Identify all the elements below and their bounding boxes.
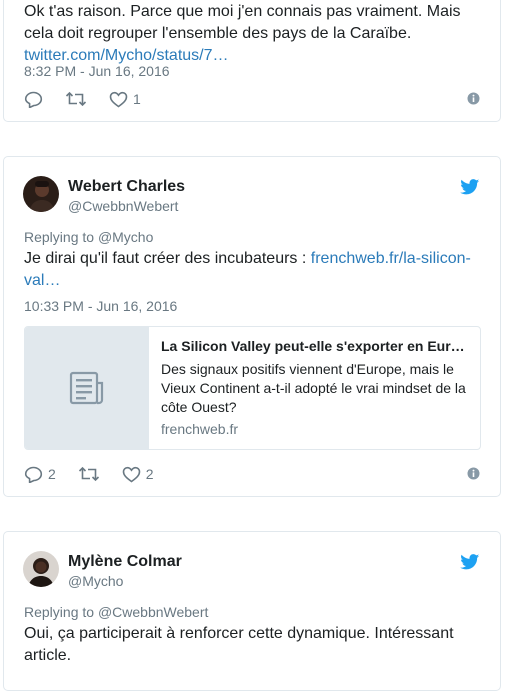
author-name[interactable]: Mylène Colmar (68, 553, 182, 571)
twitter-bird-icon[interactable] (460, 554, 480, 570)
replying-to-link[interactable]: @Mycho (98, 229, 153, 245)
author-name[interactable]: Webert Charles (68, 178, 185, 196)
link-preview-description: Des signaux positifs viennent d'Europe, … (161, 361, 466, 415)
tweet-actions: 1 (24, 89, 163, 109)
tweet-link[interactable]: frenchweb.fr/la-silicon- (311, 250, 471, 267)
tweet-text-body: Je dirai qu'il faut créer des incubateur… (24, 250, 311, 267)
replying-to-link[interactable]: @CwebbnWebert (98, 604, 208, 620)
tweet-card: Mylène Colmar @Mycho Replying to @Cwebbn… (3, 531, 501, 691)
info-icon[interactable] (467, 467, 480, 480)
replying-prefix: Replying to (24, 604, 98, 620)
link-preview-title: La Silicon Valley peut-elle s'exporter e… (161, 338, 465, 354)
article-icon (69, 371, 104, 405)
like-button[interactable]: 2 (122, 466, 154, 483)
reply-icon (24, 91, 43, 108)
reply-icon (24, 466, 43, 483)
author-handle[interactable]: @Mycho (68, 573, 123, 589)
tweet-timestamp[interactable]: 8:32 PM - Jun 16, 2016 (24, 63, 170, 79)
tweet-actions: 2 2 (24, 464, 176, 484)
retweet-icon (78, 466, 99, 482)
tweet-link[interactable]: twitter.com/Mycho/status/7… (24, 47, 229, 64)
link-preview-card[interactable]: La Silicon Valley peut-elle s'exporter e… (24, 326, 481, 450)
retweet-icon (65, 91, 87, 107)
tweet-text-line: article. (24, 647, 72, 664)
tweet-link-cont[interactable]: val… (24, 272, 60, 289)
replying-to: Replying to @Mycho (24, 229, 153, 245)
heart-icon (122, 466, 141, 482)
reply-button[interactable]: 2 (24, 466, 56, 483)
retweet-button[interactable] (65, 91, 87, 107)
tweet-text-line: Ok t'as raison. Parce que moi j'en conna… (24, 3, 461, 20)
avatar[interactable] (23, 551, 59, 587)
tweet-card: Webert Charles @CwebbnWebert Replying to… (3, 156, 501, 497)
avatar[interactable] (23, 176, 59, 212)
replying-to: Replying to @CwebbnWebert (24, 604, 208, 620)
twitter-bird-icon[interactable] (460, 179, 480, 195)
tweet-text-line: Oui, ça participerait à renforcer cette … (24, 625, 454, 642)
tweet-text-line: cela doit regrouper l'ensemble des pays … (24, 25, 412, 42)
like-count: 2 (145, 466, 154, 482)
like-button[interactable]: 1 (109, 91, 141, 108)
reply-count: 2 (48, 466, 56, 482)
like-count: 1 (133, 91, 141, 107)
tweet-text: Ok t'as raison. Parce que moi j'en conna… (24, 1, 480, 67)
tweet-timestamp[interactable]: 10:33 PM - Jun 16, 2016 (24, 298, 177, 314)
replying-prefix: Replying to (24, 229, 98, 245)
retweet-button[interactable] (78, 466, 100, 482)
link-preview-domain: frenchweb.fr (161, 421, 239, 437)
info-icon[interactable] (467, 92, 480, 105)
reply-button[interactable] (24, 91, 43, 108)
heart-icon (109, 91, 128, 107)
tweet-text: Oui, ça participerait à renforcer cette … (24, 623, 480, 667)
tweet-text: Je dirai qu'il faut créer des incubateur… (24, 248, 480, 292)
link-preview-thumbnail (25, 327, 149, 449)
tweet-card: Ok t'as raison. Parce que moi j'en conna… (3, 0, 501, 122)
author-handle[interactable]: @CwebbnWebert (68, 198, 178, 214)
